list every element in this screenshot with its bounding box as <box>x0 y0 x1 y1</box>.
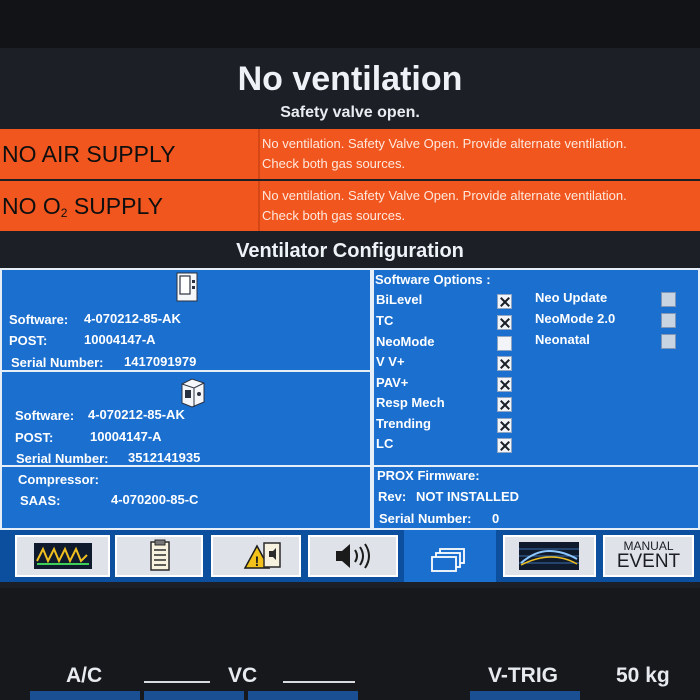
software-option-checkbox[interactable] <box>661 313 676 328</box>
alarm-message: No ventilation. Safety Valve Open. Provi… <box>262 134 700 174</box>
svg-text:!: ! <box>255 553 260 569</box>
manual-event-button[interactable]: MANUAL EVENT <box>603 535 694 577</box>
tab-alarm-settings[interactable]: ! <box>211 535 301 577</box>
bdu-serial-label: Serial Number: <box>16 451 109 466</box>
bdu-post-label: POST: <box>15 430 54 445</box>
ventilator-unit-icon <box>181 378 205 408</box>
software-option-label: Neonatal <box>535 332 590 347</box>
software-option-checkbox[interactable] <box>497 418 512 433</box>
software-option-label: BiLevel <box>376 292 423 307</box>
mandatory-type[interactable]: VC <box>228 664 257 688</box>
gui-software-label: Software: <box>9 312 69 327</box>
software-option-checkbox[interactable] <box>661 334 676 349</box>
alarm-name-prefix: NO O <box>2 193 61 219</box>
alarm-message-line-1: No ventilation. Safety Valve Open. Provi… <box>262 188 627 203</box>
bdu-post-value: 10004147-A <box>90 429 162 444</box>
section-divider <box>0 370 372 372</box>
software-option-checkbox[interactable] <box>497 336 512 351</box>
alarm-row-no-o2-supply[interactable]: NO O2 SUPPLY No ventilation. Safety Valv… <box>0 181 700 231</box>
gui-serial-value: 1417091979 <box>124 354 197 369</box>
software-option-checkbox[interactable] <box>497 377 512 392</box>
monitor-bezel-top <box>0 0 700 52</box>
alarm-settings-icon: ! <box>243 542 281 569</box>
gui-serial-label: Serial Number: <box>11 355 104 370</box>
software-option-label: LC <box>376 436 394 451</box>
alarm-banner-subtitle: Safety valve open. <box>280 104 420 121</box>
software-option-label: Neo Update <box>535 290 608 305</box>
tab-configuration[interactable] <box>404 530 496 582</box>
bdu-serial-value: 3512141935 <box>128 450 201 465</box>
software-option-label: Trending <box>376 416 431 431</box>
prox-serial-label: Serial Number: <box>379 511 472 526</box>
monitor-icon <box>176 272 198 302</box>
waveform-icon <box>34 543 92 569</box>
prox-firmware-title: PROX Firmware: <box>377 468 480 483</box>
tab-patient-data[interactable] <box>115 535 203 577</box>
setting-button[interactable] <box>470 691 580 700</box>
gui-software-value: 4-070212-85-AK <box>84 311 181 326</box>
saas-value: 4-070200-85-C <box>111 492 199 507</box>
software-option-label: PAV+ <box>376 375 409 390</box>
alarm-message-line-1: No ventilation. Safety Valve Open. Provi… <box>262 136 627 151</box>
configuration-title: Ventilator Configuration <box>236 240 464 262</box>
bdu-software-label: Software: <box>15 408 75 423</box>
alarm-divider <box>258 181 260 231</box>
setting-button[interactable] <box>144 691 244 700</box>
gui-post-value: 10004147-A <box>84 332 156 347</box>
alarm-name-suffix: SUPPLY <box>67 193 163 219</box>
gui-post-label: POST: <box>9 333 48 348</box>
prox-rev-value: NOT INSTALLED <box>416 489 520 504</box>
setting-button[interactable] <box>30 691 140 700</box>
trigger-type[interactable]: V-TRIG <box>488 664 558 688</box>
saas-label: SAAS: <box>20 493 61 508</box>
alarm-message: No ventilation. Safety Valve Open. Provi… <box>262 186 700 226</box>
prox-serial-value: 0 <box>492 511 500 526</box>
mode-separator <box>144 681 210 683</box>
software-option-label: NeoMode 2.0 <box>535 311 616 326</box>
alarm-name: NO AIR SUPPLY <box>2 141 176 167</box>
software-option-checkbox[interactable] <box>497 438 512 453</box>
software-option-checkbox[interactable] <box>497 356 512 371</box>
tab-volume[interactable] <box>308 535 398 577</box>
patient-weight[interactable]: 50 kg <box>616 664 670 688</box>
status-bar <box>0 588 700 700</box>
ventilation-mode[interactable]: A/C <box>66 664 102 688</box>
compressor-label: Compressor: <box>18 472 99 487</box>
alarm-banner-title: No ventilation <box>237 60 463 98</box>
setting-button[interactable] <box>248 691 358 700</box>
software-options-title: Software Options : <box>375 272 491 287</box>
trend-graph-icon <box>519 542 579 570</box>
software-option-label: NeoMode <box>376 334 435 349</box>
alarm-divider <box>258 129 260 179</box>
tab-trends[interactable] <box>503 535 596 577</box>
alarm-banner: No ventilation Safety valve open. <box>0 52 700 128</box>
configuration-screens-icon <box>431 548 465 572</box>
software-option-label: Resp Mech <box>376 395 445 410</box>
software-option-checkbox[interactable] <box>497 397 512 412</box>
clipboard-icon <box>150 539 170 571</box>
software-option-checkbox[interactable] <box>497 294 512 309</box>
prox-rev-label: Rev: <box>378 489 407 504</box>
tab-waveforms[interactable] <box>15 535 110 577</box>
alarm-row-no-air-supply[interactable]: NO AIR SUPPLY No ventilation. Safety Val… <box>0 129 700 179</box>
volume-icon <box>336 543 370 569</box>
alarm-message-line-2: Check both gas sources. <box>262 208 406 223</box>
software-option-checkbox[interactable] <box>661 292 676 307</box>
software-option-label: V V+ <box>376 354 405 369</box>
alarm-message-line-2: Check both gas sources. <box>262 156 406 171</box>
manual-event-line-2: EVENT <box>616 551 681 572</box>
bdu-software-value: 4-070212-85-AK <box>88 407 185 422</box>
mode-separator <box>283 681 355 683</box>
alarm-name: NO O2 SUPPLY <box>0 181 258 231</box>
software-option-label: TC <box>376 313 394 328</box>
software-option-checkbox[interactable] <box>497 315 512 330</box>
